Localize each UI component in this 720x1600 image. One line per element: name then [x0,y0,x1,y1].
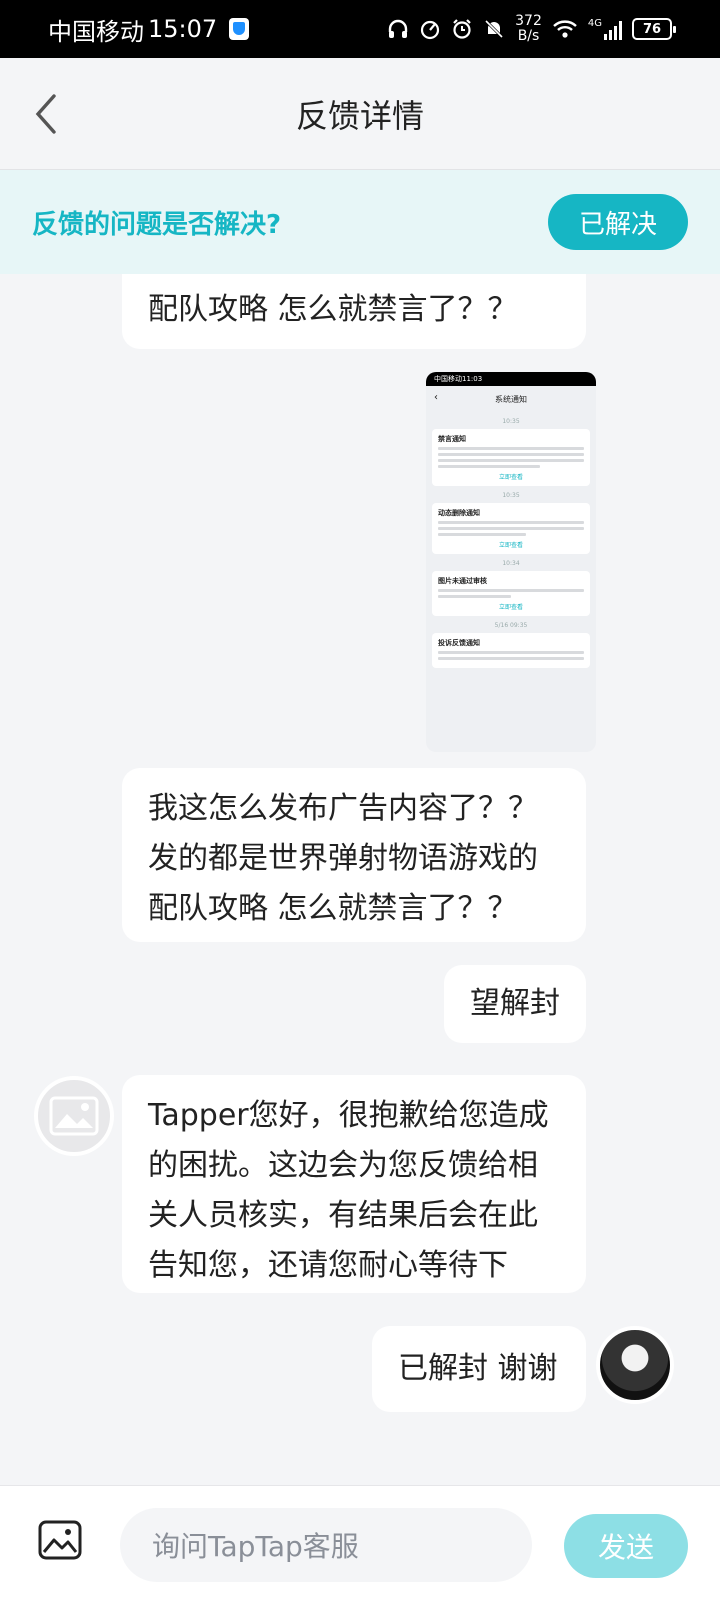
message-composer: 询问TapTap客服 发送 [0,1485,720,1600]
mute-bell-icon [485,19,504,39]
screenshot-time: 10:35 [502,418,520,425]
screenshot-title: 系统通知 [495,394,527,404]
screenshot-card-link: 立即查看 [498,542,523,549]
screenshot-card-title: 投诉反馈通知 [438,639,480,647]
signal-type-label: 4G [587,18,602,29]
message-line: 望解封 [470,986,560,1021]
back-arrow-icon[interactable] [28,92,68,136]
screenshot-status-bar: 中国移动11:03 [426,372,596,386]
screenshot-header: ‹ 系统通知 [426,386,596,412]
battery-level: 76 [642,21,662,37]
resolved-button[interactable]: 已解决 [548,194,688,250]
chat-scroll-area[interactable]: 发的都是世界弹射物语游戏的 配队攻略 怎么就禁言了？？ 中国移动11:03 ‹ … [0,170,720,1485]
screenshot-time: 10:35 [502,492,520,499]
message-line: Tapper您好，很抱歉给您造成 [148,1098,549,1133]
net-speed-unit: B/s [517,28,540,44]
screenshot-time: 5/16 09:35 [494,622,528,629]
attached-screenshot-image[interactable]: 中国移动11:03 ‹ 系统通知 10:35 禁言通知 立即查看 10:35 动… [426,372,596,752]
message-bubble-user: 望解封 [444,965,586,1043]
message-line: 配队攻略 怎么就禁言了？？ [148,292,518,327]
message-input[interactable]: 询问TapTap客服 [120,1508,532,1582]
screenshot-time: 10:34 [502,560,520,567]
screenshot-card: 禁言通知 立即查看 [432,429,590,486]
screenshot-card: 动态删除通知 立即查看 [432,503,590,554]
screenshot-card: 投诉反馈通知 [432,633,590,668]
message-line: 关人员核实，有结果后会在此 [148,1198,538,1233]
image-placeholder-icon [49,1096,99,1136]
message-line: 的困扰。这边会为您反馈给相 [148,1148,538,1183]
message-bubble-user: 已解封 谢谢 [372,1326,586,1412]
screenshot-card-link: 立即查看 [498,604,523,611]
image-upload-icon[interactable] [38,1520,82,1560]
screenshot-card-title: 图片未通过审核 [438,577,487,585]
page-title: 反馈详情 [295,96,424,135]
clock: 15:07 [148,15,218,43]
message-bubble-support: Tapper您好，很抱歉给您造成 的困扰。这边会为您反馈给相 关人员核实，有结果… [122,1075,586,1293]
alarm-icon [453,19,471,39]
page-header: 反馈详情 [0,58,720,170]
status-bar: 中国移动 15:07 372 B/s 4G 76 [0,0,720,58]
screenshot-back-icon: ‹ [434,392,438,403]
speedometer-icon [421,20,440,40]
message-line: 发的都是世界弹射物语游戏的 [148,841,538,876]
user-avatar[interactable] [596,1326,674,1404]
send-button[interactable]: 发送 [564,1514,688,1578]
headphones-icon [388,19,408,38]
screenshot-card-link: 立即查看 [498,474,523,481]
network-speed: 372 B/s [515,14,542,44]
resolve-question: 反馈的问题是否解决? [32,209,282,240]
security-shield-icon [229,18,250,40]
resolve-prompt-bar: 反馈的问题是否解决? 已解决 [0,170,720,274]
message-bubble-user: 我这怎么发布广告内容了？？ 发的都是世界弹射物语游戏的 配队攻略 怎么就禁言了？… [122,768,586,942]
battery-icon: 76 [632,18,676,40]
screenshot-card-title: 禁言通知 [438,435,466,443]
cell-signal-icon: 4G [588,18,622,40]
screenshot-card-title: 动态删除通知 [438,509,480,517]
net-speed-value: 372 [515,13,542,29]
support-avatar[interactable] [34,1076,114,1156]
screenshot-card: 图片未通过审核 立即查看 [432,571,590,616]
message-line: 配队攻略 怎么就禁言了？？ [148,891,518,926]
message-line: 已解封 谢谢 [398,1351,558,1386]
wifi-icon [553,20,577,38]
message-line: 告知您，还请您耐心等待下 [148,1248,508,1283]
carrier-label: 中国移动 [48,17,144,46]
message-line: 我这怎么发布广告内容了？？ [148,791,538,826]
